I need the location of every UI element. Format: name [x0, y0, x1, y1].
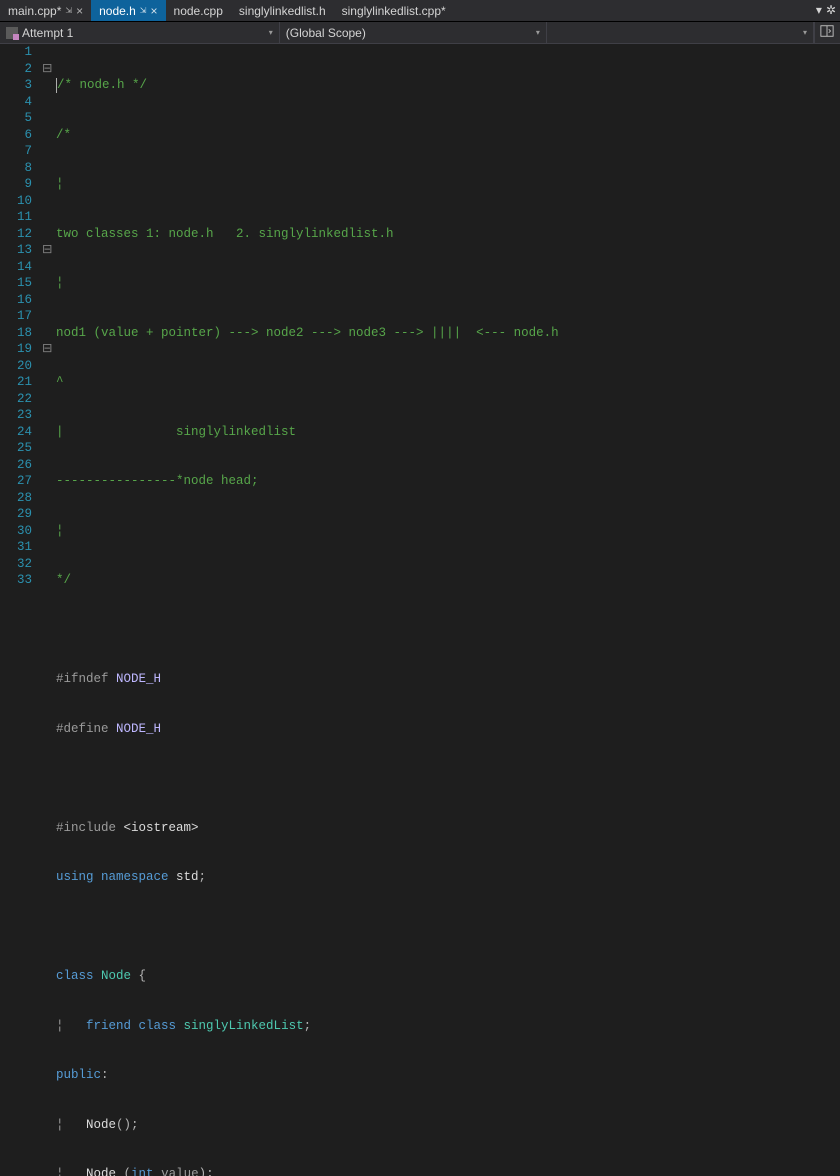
tab-main-cpp[interactable]: main.cpp* ⇲ × — [0, 0, 91, 21]
tab-label: singlylinkedlist.cpp* — [342, 4, 446, 18]
project-label: Attempt 1 — [22, 26, 73, 40]
tab-singlylinkedlist-cpp[interactable]: singlylinkedlist.cpp* — [334, 0, 454, 21]
close-icon[interactable]: × — [151, 4, 158, 18]
tab-bar: main.cpp* ⇲ × node.h ⇲ × node.cpp singly… — [0, 0, 840, 22]
member-dropdown[interactable]: ▾ — [547, 22, 814, 43]
pin-icon[interactable]: ⇲ — [140, 6, 147, 15]
line-number-gutter: 1234567891011121314151617181920212223242… — [0, 44, 42, 588]
tab-node-cpp[interactable]: node.cpp — [166, 0, 231, 21]
project-scope-dropdown[interactable]: Attempt 1 ▾ — [0, 22, 280, 43]
code-editor[interactable]: 1234567891011121314151617181920212223242… — [0, 44, 840, 588]
scope-label: (Global Scope) — [286, 26, 366, 40]
tab-singlylinkedlist-h[interactable]: singlylinkedlist.h — [231, 0, 334, 21]
close-icon[interactable]: × — [76, 4, 83, 18]
scope-dropdown[interactable]: (Global Scope) ▾ — [280, 22, 547, 43]
code-area[interactable]: /* node.h */ /* ¦ two classes 1: node.h … — [56, 44, 840, 588]
fold-toggle[interactable]: ⊟ — [42, 341, 56, 358]
split-view-button[interactable] — [814, 22, 840, 43]
fold-gutter[interactable]: ⊟ ⊟ ⊟ — [42, 44, 56, 588]
navigation-bar: Attempt 1 ▾ (Global Scope) ▾ ▾ — [0, 22, 840, 44]
tab-controls: ▾ ✲ — [812, 0, 840, 21]
fold-toggle[interactable]: ⊟ — [42, 242, 56, 259]
split-icon — [820, 24, 834, 41]
tab-label: singlylinkedlist.h — [239, 4, 326, 18]
chevron-down-icon: ▾ — [269, 28, 273, 37]
tab-node-h[interactable]: node.h ⇲ × — [91, 0, 165, 21]
tab-label: node.cpp — [174, 4, 223, 18]
chevron-down-icon: ▾ — [803, 28, 807, 37]
tab-label: node.h — [99, 4, 136, 18]
chevron-down-icon: ▾ — [536, 28, 540, 37]
project-icon — [6, 27, 18, 39]
fold-toggle[interactable]: ⊟ — [42, 61, 56, 78]
pin-icon[interactable]: ⇲ — [65, 6, 72, 15]
gear-icon[interactable]: ✲ — [826, 3, 836, 18]
dropdown-icon[interactable]: ▾ — [816, 3, 822, 18]
tab-label: main.cpp* — [8, 4, 61, 18]
